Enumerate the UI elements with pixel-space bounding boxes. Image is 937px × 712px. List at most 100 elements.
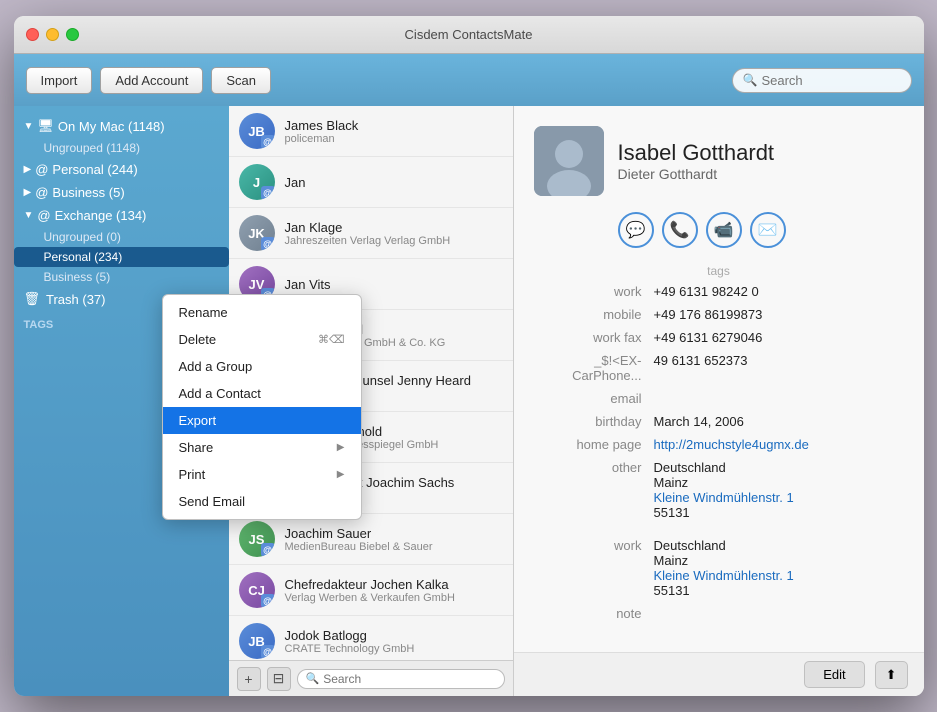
sidebar-item-personal-exchange[interactable]: Personal (234) <box>14 247 229 267</box>
homepage-value[interactable]: http://2muchstyle4ugmx.de <box>654 437 809 452</box>
sidebar-item-personal[interactable]: ▶ @ Personal (244) <box>14 158 229 181</box>
ctx-print[interactable]: Print ▶ <box>163 461 361 488</box>
note-label: note <box>534 606 654 621</box>
ctx-delete-shortcut: ⌘⌫ <box>318 333 345 346</box>
list-search-bar[interactable]: 🔍 <box>297 669 505 689</box>
video-button[interactable]: 📹 <box>706 212 742 248</box>
ctx-add-contact[interactable]: Add a Contact <box>163 380 361 407</box>
ctx-rename[interactable]: Rename <box>163 299 361 326</box>
sidebar-label-on-my-mac: On My Mac (1148) <box>58 119 165 134</box>
sidebar-item-ungrouped-exchange[interactable]: Ungrouped (0) <box>14 227 229 247</box>
other-addr-3[interactable]: Kleine Windmühlenstr. 1 <box>654 490 794 505</box>
personal-arrow-icon: ▶ <box>24 164 32 175</box>
share-button[interactable]: ⬆ <box>875 661 908 689</box>
at-badge: @ <box>261 186 275 200</box>
contact-header: Isabel Gotthardt Dieter Gotthardt <box>534 126 904 196</box>
ctx-add-group[interactable]: Add a Group <box>163 353 361 380</box>
list-item[interactable]: JS @ Joachim Sauer MedienBureau Biebel &… <box>229 514 513 565</box>
maximize-button[interactable] <box>66 28 79 41</box>
minimize-button[interactable] <box>46 28 59 41</box>
other-address-label: other <box>534 460 654 520</box>
ex-carphone-value: 49 6131 652373 <box>654 353 748 383</box>
email-row: email <box>534 391 904 406</box>
mobile-row: mobile +49 176 86199873 <box>534 307 904 322</box>
contact-avatar: JB @ <box>239 623 275 659</box>
sidebar-item-ungrouped-mac[interactable]: Ungrouped (1148) <box>14 138 229 158</box>
ctx-print-arrow-icon: ▶ <box>337 469 345 480</box>
email-icon: ✉️ <box>758 220 778 240</box>
work-address-value: Deutschland Mainz Kleine Windmühlenstr. … <box>654 538 794 598</box>
business-exchange-label: Business (5) <box>44 270 111 284</box>
list-view-icon: ⊟ <box>273 670 285 687</box>
context-menu: Rename Delete ⌘⌫ Add a Group Add a Conta… <box>162 294 362 520</box>
traffic-lights <box>26 28 79 41</box>
app-window: Cisdem ContactsMate Import Add Account S… <box>14 16 924 696</box>
detail-footer: Edit ⬆ <box>514 652 924 696</box>
work-phone-row: work +49 6131 98242 0 <box>534 284 904 299</box>
ex-carphone-row: _$!<EX-CarPhone... 49 6131 652373 <box>534 353 904 383</box>
work-phone-label: work <box>534 284 654 299</box>
app-title: Cisdem ContactsMate <box>405 27 533 42</box>
ctx-share[interactable]: Share ▶ <box>163 434 361 461</box>
list-item[interactable]: CJ @ Chefredakteur Jochen Kalka Verlag W… <box>229 565 513 616</box>
close-button[interactable] <box>26 28 39 41</box>
homepage-label: home page <box>534 437 654 452</box>
list-item[interactable]: J @ Jan <box>229 157 513 208</box>
import-button[interactable]: Import <box>26 67 93 94</box>
contact-name: Joachim Sauer <box>285 526 433 541</box>
contact-info: James Black policeman <box>285 118 359 145</box>
list-item[interactable]: JK @ Jan Klage Jahreszeiten Verlag Verla… <box>229 208 513 259</box>
contact-sub: Verlag Werben & Verkaufen GmbH <box>285 592 455 604</box>
note-row: note <box>534 606 904 621</box>
contact-name: James Black <box>285 118 359 133</box>
list-search-input[interactable] <box>323 672 495 686</box>
edit-button[interactable]: Edit <box>804 661 864 688</box>
other-addr-2: Mainz <box>654 475 794 490</box>
video-icon: 📹 <box>714 220 734 240</box>
business-icon: @ <box>35 185 48 200</box>
contact-avatar: JB @ <box>239 113 275 149</box>
ctx-export[interactable]: Export <box>163 407 361 434</box>
list-view-button[interactable]: ⊟ <box>267 667 291 691</box>
contact-info: Jan Vits <box>285 277 331 292</box>
ctx-delete[interactable]: Delete ⌘⌫ <box>163 326 361 353</box>
other-address-value: Deutschland Mainz Kleine Windmühlenstr. … <box>654 460 794 520</box>
other-addr-1: Deutschland <box>654 460 794 475</box>
sidebar-item-business[interactable]: ▶ @ Business (5) <box>14 181 229 204</box>
toolbar-search[interactable]: 🔍 <box>732 68 912 93</box>
contact-main-name: Isabel Gotthardt <box>618 140 775 166</box>
message-button[interactable]: 💬 <box>618 212 654 248</box>
search-input[interactable] <box>761 73 900 88</box>
work-addr-3[interactable]: Kleine Windmühlenstr. 1 <box>654 568 794 583</box>
contact-sub-name: Dieter Gotthardt <box>618 166 775 182</box>
contact-sub: CRATE Technology GmbH <box>285 643 415 655</box>
sidebar-item-business-exchange[interactable]: Business (5) <box>14 267 229 287</box>
sidebar-item-on-my-mac[interactable]: ▼ 🖥 On My Mac (1148) <box>14 114 229 138</box>
work-address-row: work Deutschland Mainz Kleine Windmühlen… <box>534 538 904 598</box>
email-label: email <box>534 391 654 406</box>
ungrouped-mac-label: Ungrouped (1148) <box>44 141 141 155</box>
scan-button[interactable]: Scan <box>211 67 271 94</box>
main-area: ▼ 🖥 On My Mac (1148) Ungrouped (1148) ▶ … <box>14 106 924 696</box>
contact-avatar: JK @ <box>239 215 275 251</box>
add-contact-button[interactable]: + <box>237 667 261 691</box>
phone-icon: 📞 <box>670 220 690 240</box>
business-arrow-icon: ▶ <box>24 187 32 198</box>
homepage-row: home page http://2muchstyle4ugmx.de <box>534 437 904 452</box>
contact-name: Jan <box>285 175 306 190</box>
action-icons: 💬 📞 📹 ✉️ <box>618 212 904 248</box>
add-account-button[interactable]: Add Account <box>100 67 203 94</box>
email-button[interactable]: ✉️ <box>750 212 786 248</box>
mac-icon: 🖥 <box>37 118 54 134</box>
trash-label: Trash (37) <box>46 292 105 307</box>
call-button[interactable]: 📞 <box>662 212 698 248</box>
sidebar-item-exchange[interactable]: ▼ @ Exchange (134) <box>14 204 229 227</box>
contact-photo-inner <box>534 126 604 196</box>
work-phone-value: +49 6131 98242 0 <box>654 284 759 299</box>
ctx-send-email[interactable]: Send Email <box>163 488 361 515</box>
contact-sub: policeman <box>285 133 359 145</box>
list-item[interactable]: JB @ James Black policeman <box>229 106 513 157</box>
contact-name: Chefredakteur Jochen Kalka <box>285 577 455 592</box>
birthday-value: March 14, 2006 <box>654 414 744 429</box>
ctx-add-group-label: Add a Group <box>179 359 253 374</box>
